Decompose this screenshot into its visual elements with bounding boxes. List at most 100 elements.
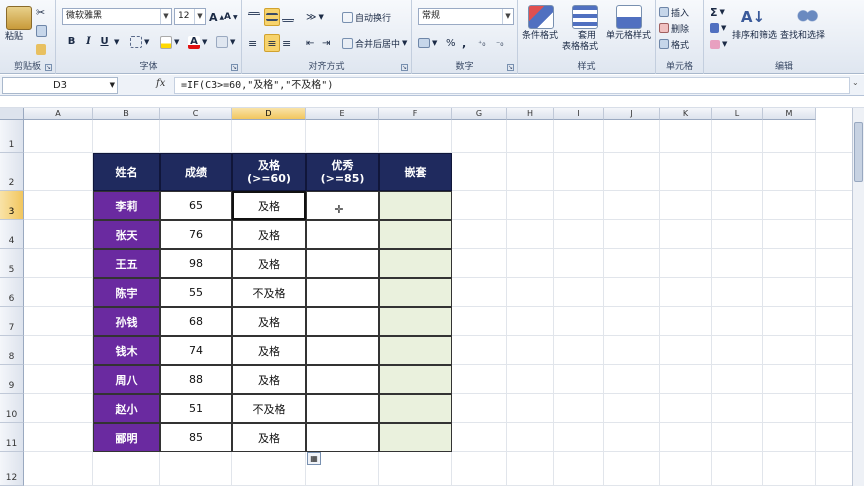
increase-decimal-button[interactable]: ⁺₀: [478, 34, 485, 52]
excellent-cell[interactable]: [306, 307, 379, 336]
percent-button[interactable]: %: [446, 34, 456, 52]
align-bottom-button[interactable]: [282, 8, 294, 26]
column-header-i[interactable]: I: [554, 108, 604, 120]
align-top-button[interactable]: [248, 8, 260, 26]
underline-dropdown[interactable]: ▼: [114, 33, 119, 51]
conditional-format-label[interactable]: 条件格式: [522, 31, 558, 42]
score-cell[interactable]: 88: [160, 365, 232, 394]
sort-filter-icon[interactable]: A↓: [740, 5, 766, 29]
orientation-button[interactable]: ≫ ▼: [306, 8, 324, 26]
clipboard-launcher[interactable]: ↘: [45, 64, 52, 71]
nested-cell[interactable]: [379, 423, 452, 452]
pass-cell[interactable]: 及格: [232, 336, 306, 365]
score-cell[interactable]: 51: [160, 394, 232, 423]
align-middle-button[interactable]: [264, 8, 280, 26]
column-header-b[interactable]: B: [93, 108, 160, 120]
score-cell[interactable]: 85: [160, 423, 232, 452]
pass-cell[interactable]: 不及格: [232, 278, 306, 307]
row-header-8[interactable]: 8: [0, 336, 24, 365]
align-right-button[interactable]: ≡: [282, 34, 291, 52]
underline-button[interactable]: U: [97, 34, 112, 50]
table-header-cell[interactable]: 嵌套: [379, 153, 452, 191]
score-cell[interactable]: 98: [160, 249, 232, 278]
excellent-cell[interactable]: [306, 220, 379, 249]
phonetic-button[interactable]: ▼: [216, 33, 235, 51]
pass-cell[interactable]: 及格: [232, 249, 306, 278]
decrease-indent-button[interactable]: ⇤: [306, 34, 314, 52]
column-header-j[interactable]: J: [604, 108, 660, 120]
paste-icon[interactable]: [6, 6, 32, 30]
formula-input[interactable]: =IF(C3>=60,"及格","不及格"): [174, 77, 850, 94]
format-as-table-label-2[interactable]: 表格格式: [562, 42, 598, 53]
column-header-f[interactable]: F: [379, 108, 452, 120]
insert-function-button[interactable]: fx: [156, 78, 165, 89]
increase-indent-button[interactable]: ⇥: [322, 34, 330, 52]
name-cell[interactable]: 钱木: [93, 336, 160, 365]
scrollbar-thumb[interactable]: [854, 122, 863, 182]
name-cell[interactable]: 李莉: [93, 191, 160, 220]
pass-cell[interactable]: 及格: [232, 220, 306, 249]
chevron-down-icon[interactable]: ▼: [194, 9, 205, 24]
row-header-3[interactable]: 3: [0, 191, 24, 220]
column-header-l[interactable]: L: [712, 108, 763, 120]
cut-button[interactable]: ✂: [36, 4, 50, 22]
pass-cell[interactable]: 及格: [232, 365, 306, 394]
column-header-c[interactable]: C: [160, 108, 232, 120]
alignment-launcher[interactable]: ↘: [401, 64, 408, 71]
worksheet-grid[interactable]: ABCDEFGHIJKLM 1 2 3 4 5 6 7 8 9 10 11 12 姓名 成绩 及格 (>=6…: [0, 97, 864, 486]
nested-cell[interactable]: [379, 307, 452, 336]
column-header-g[interactable]: G: [452, 108, 507, 120]
excellent-cell[interactable]: [306, 394, 379, 423]
nested-cell[interactable]: [379, 278, 452, 307]
nested-cell[interactable]: [379, 249, 452, 278]
column-header-e[interactable]: E: [306, 108, 379, 120]
cell-styles-icon[interactable]: [616, 5, 642, 29]
nested-cell[interactable]: [379, 336, 452, 365]
font-color-button[interactable]: A ▼: [188, 33, 207, 51]
score-cell[interactable]: 74: [160, 336, 232, 365]
format-cells-button[interactable]: 格式: [659, 35, 689, 53]
name-cell[interactable]: 孙钱: [93, 307, 160, 336]
currency-button[interactable]: ▼: [418, 34, 437, 52]
format-painter-button[interactable]: [36, 40, 46, 58]
nested-cell[interactable]: [379, 191, 452, 220]
name-cell[interactable]: 王五: [93, 249, 160, 278]
binoculars-icon[interactable]: [794, 5, 820, 29]
table-header-cell[interactable]: 及格 (>=60): [232, 153, 306, 191]
name-cell[interactable]: 陈宇: [93, 278, 160, 307]
bold-button[interactable]: B: [64, 34, 79, 50]
pass-cell[interactable]: 及格: [232, 191, 306, 220]
nested-cell[interactable]: [379, 365, 452, 394]
row-header-7[interactable]: 7: [0, 307, 24, 336]
row-header-9[interactable]: 9: [0, 365, 24, 394]
number-format-combo[interactable]: 常规 ▼: [418, 8, 514, 25]
score-cell[interactable]: 65: [160, 191, 232, 220]
format-as-table-icon[interactable]: [572, 5, 598, 29]
nested-cell[interactable]: [379, 220, 452, 249]
score-cell[interactable]: 55: [160, 278, 232, 307]
name-cell[interactable]: 周八: [93, 365, 160, 394]
paste-options-icon[interactable]: ▦: [307, 452, 321, 465]
number-launcher[interactable]: ↘: [507, 64, 514, 71]
row-header-1[interactable]: 1: [0, 120, 24, 153]
select-all-corner[interactable]: [0, 108, 24, 120]
row-header-11[interactable]: 11: [0, 423, 24, 452]
font-name-combo[interactable]: 微软雅黑 ▼: [62, 8, 172, 25]
chevron-down-icon[interactable]: ▼: [160, 9, 171, 24]
column-header-h[interactable]: H: [507, 108, 554, 120]
align-center-button[interactable]: ≡: [264, 34, 280, 52]
grow-font-button[interactable]: A ▲: [209, 8, 224, 26]
format-as-table-label-1[interactable]: 套用: [578, 31, 596, 42]
name-cell[interactable]: 郦明: [93, 423, 160, 452]
shrink-font-button[interactable]: A ▼: [224, 8, 238, 26]
name-cell[interactable]: 张天: [93, 220, 160, 249]
name-cell[interactable]: 赵小: [93, 394, 160, 423]
score-cell[interactable]: 68: [160, 307, 232, 336]
merge-center-button[interactable]: 合并后居中 ▼: [342, 34, 407, 52]
column-header-d[interactable]: D: [232, 108, 306, 120]
borders-button[interactable]: ▼: [130, 33, 149, 51]
decrease-decimal-button[interactable]: ⁻₀: [496, 34, 503, 52]
italic-button[interactable]: I: [81, 34, 96, 50]
column-header-m[interactable]: M: [763, 108, 816, 120]
excellent-cell[interactable]: [306, 365, 379, 394]
